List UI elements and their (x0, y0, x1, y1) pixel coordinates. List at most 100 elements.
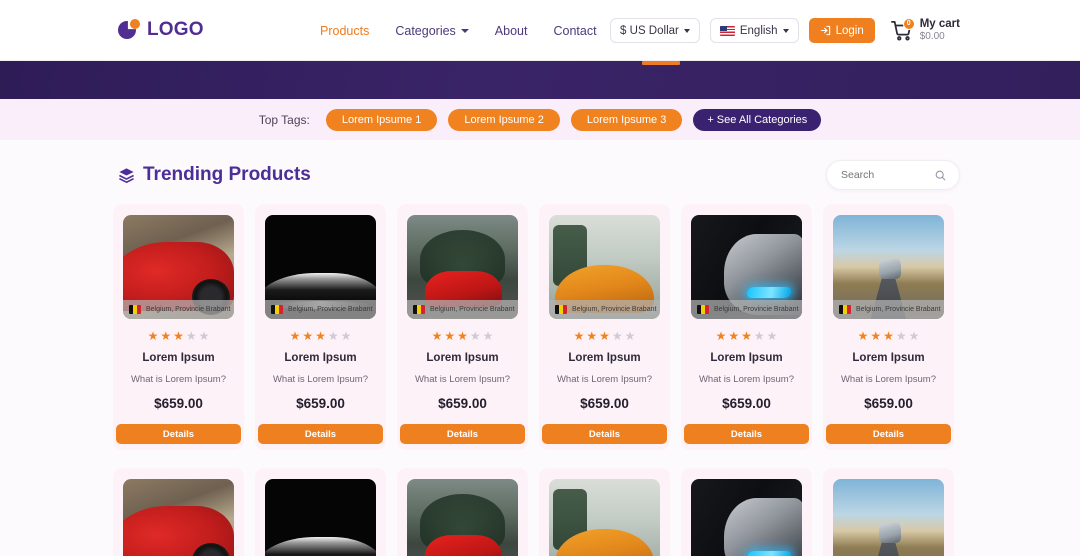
nav-item-products[interactable]: Products (320, 24, 369, 38)
top-tags-bar: Top Tags: Lorem Ipsume 1 Lorem Ipsume 2 … (0, 99, 1080, 140)
product-details-button[interactable]: Details (400, 424, 525, 444)
chevron-down-icon (460, 28, 469, 33)
product-details-button[interactable]: Details (116, 424, 241, 444)
product-name: Lorem Ipsum (852, 352, 925, 364)
belgium-flag-icon (697, 305, 709, 314)
star-icon: ★ (340, 329, 352, 343)
product-details-button[interactable]: Details (258, 424, 383, 444)
star-icon: ★ (741, 329, 752, 343)
see-all-categories-button[interactable]: + See All Categories (693, 108, 822, 131)
login-button[interactable]: Login (808, 18, 875, 43)
product-image[interactable]: Belgium, Provincie Brabant (265, 215, 376, 319)
product-rating: ★ ★ ★ ★ ★ (716, 330, 778, 342)
product-price: $659.00 (864, 396, 913, 411)
product-description: What is Lorem Ipsum? (698, 374, 795, 385)
logo[interactable]: LOGO (118, 19, 204, 41)
belgium-flag-icon (129, 305, 141, 314)
belgium-flag-icon (271, 305, 283, 314)
product-image[interactable]: Belgium, Provincie Brabant (833, 215, 944, 319)
product-image[interactable]: Belgium, Provincie Brabant (123, 479, 234, 556)
product-card[interactable]: Belgium, Provincie Brabant★★★★★Lorem Ips… (681, 204, 812, 450)
product-card[interactable]: Belgium, Provincie Brabant★★★★★Lorem Ips… (113, 204, 244, 450)
product-location-text: Belgium, Provincie Brabant (572, 306, 657, 313)
product-card[interactable]: Belgium, Provincie Brabant★★★★★Lorem Ips… (539, 204, 670, 450)
product-photo (123, 479, 234, 556)
product-details-button[interactable]: Details (826, 424, 951, 444)
tag-chip-2[interactable]: Lorem Ipsume 2 (448, 108, 560, 131)
nav-label-about: About (494, 23, 528, 38)
language-label: English (739, 24, 778, 37)
star-icon: ★ (444, 329, 456, 343)
product-card[interactable]: Belgium, Provincie Brabant★★★★★Lorem Ips… (681, 468, 812, 556)
tag-chip-1[interactable]: Lorem Ipsume 1 (325, 108, 438, 131)
logo-text: LOGO (147, 19, 204, 40)
product-image[interactable]: Belgium, Provincie Brabant (833, 479, 944, 556)
star-icon: ★ (715, 329, 727, 343)
search-input[interactable] (841, 169, 931, 181)
product-details-button[interactable]: Details (542, 424, 667, 444)
product-card[interactable]: Belgium, Provincie Brabant★★★★★Lorem Ips… (823, 204, 954, 450)
product-card[interactable]: Belgium, Provincie Brabant★★★★★Lorem Ips… (397, 204, 528, 450)
main-navigation: Products Categories About Contact (320, 0, 680, 65)
product-image[interactable]: Belgium, Provincie Brabant (265, 479, 376, 556)
star-icon: ★ (908, 329, 920, 343)
product-rating: ★ ★ ★ ★ ★ (432, 330, 494, 342)
star-icon: ★ (728, 329, 740, 343)
product-rating: ★ ★ ★ ★ ★ (858, 330, 920, 342)
star-icon: ★ (147, 329, 159, 343)
nav-item-about[interactable]: About (495, 24, 528, 38)
product-name: Lorem Ipsum (426, 352, 499, 364)
login-label: Login (835, 24, 864, 37)
cart-title: My cart (919, 17, 960, 30)
product-image[interactable]: Belgium, Provincie Brabant (123, 215, 234, 319)
product-image[interactable]: Belgium, Provincie Brabant (549, 479, 660, 556)
hero-banner (0, 61, 1080, 99)
product-price: $659.00 (296, 396, 345, 411)
star-icon: ★ (883, 329, 894, 343)
us-flag-icon (719, 25, 735, 36)
product-location: Belgium, Provincie Brabant (123, 300, 234, 319)
cart-button[interactable]: 0 My cart $0.00 (890, 17, 960, 43)
nav-item-categories[interactable]: Categories (395, 24, 469, 38)
search-icon[interactable] (934, 169, 947, 182)
product-location-text: Belgium, Provincie Brabant (714, 306, 799, 313)
star-icon: ★ (315, 329, 326, 343)
product-location-text: Belgium, Provincie Brabant (288, 306, 373, 313)
product-photo (833, 479, 944, 556)
cart-text: My cart $0.00 (920, 18, 960, 43)
product-image[interactable]: Belgium, Provincie Brabant (691, 479, 802, 556)
product-image[interactable]: Belgium, Provincie Brabant (407, 479, 518, 556)
product-description: What is Lorem Ipsum? (414, 374, 511, 385)
product-card[interactable]: Belgium, Provincie Brabant★★★★★Lorem Ips… (255, 468, 386, 556)
product-location: Belgium, Provincie Brabant (265, 300, 376, 319)
product-price: $659.00 (438, 396, 487, 411)
product-location: Belgium, Provincie Brabant (407, 300, 518, 319)
shopping-cart-icon: 0 (890, 17, 915, 42)
search-box[interactable] (826, 160, 960, 190)
tag-chip-3[interactable]: Lorem Ipsume 3 (570, 108, 683, 131)
top-tags-label: Top Tags: (258, 112, 310, 127)
product-card[interactable]: Belgium, Provincie Brabant★★★★★Lorem Ips… (113, 468, 244, 556)
product-card[interactable]: Belgium, Provincie Brabant★★★★★Lorem Ips… (823, 468, 954, 556)
product-card[interactable]: Belgium, Provincie Brabant★★★★★Lorem Ips… (539, 468, 670, 556)
product-image[interactable]: Belgium, Provincie Brabant (407, 215, 518, 319)
product-image[interactable]: Belgium, Provincie Brabant (691, 215, 802, 319)
nav-label-products: Products (320, 23, 370, 38)
product-card[interactable]: Belgium, Provincie Brabant★★★★★Lorem Ips… (397, 468, 528, 556)
currency-selector[interactable]: $ US Dollar (610, 18, 700, 43)
product-image[interactable]: Belgium, Provincie Brabant (549, 215, 660, 319)
star-icon: ★ (469, 329, 481, 343)
section-header: Trending Products (118, 160, 960, 190)
product-price: $659.00 (580, 396, 629, 411)
language-selector[interactable]: English (709, 18, 799, 43)
product-location-text: Belgium, Provincie Brabant (430, 306, 515, 313)
product-details-button[interactable]: Details (684, 424, 809, 444)
product-location: Belgium, Provincie Brabant (691, 300, 802, 319)
page-title-text: Trending Products (143, 164, 311, 185)
star-icon: ★ (857, 329, 869, 343)
product-card[interactable]: Belgium, Provincie Brabant★★★★★Lorem Ips… (255, 204, 386, 450)
nav-item-contact[interactable]: Contact (553, 24, 596, 38)
product-location: Belgium, Provincie Brabant (833, 300, 944, 319)
star-icon: ★ (173, 329, 184, 343)
belgium-flag-icon (413, 305, 425, 314)
